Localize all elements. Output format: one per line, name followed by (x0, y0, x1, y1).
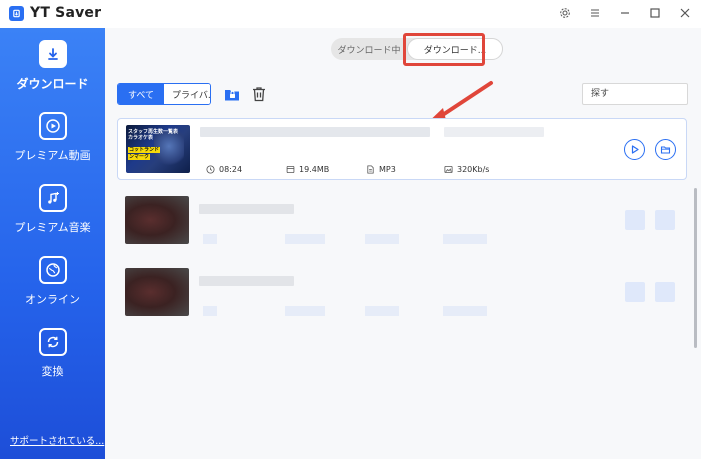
open-folder-button[interactable] (655, 210, 675, 230)
play-button[interactable] (625, 210, 645, 230)
app-title: YT Saver (30, 5, 102, 21)
play-icon (631, 145, 639, 154)
download-icon (38, 40, 67, 68)
clock-icon (206, 165, 215, 174)
storage-icon (286, 165, 295, 174)
image-quality-icon (444, 165, 453, 174)
main-panel: ダウンロード中 ダウンロード... すべて プライバ... スタッフ再生数一覧表… (105, 28, 701, 459)
list-item[interactable] (117, 262, 687, 324)
sidebar-item-label: オンライン (25, 293, 80, 306)
window-controls (557, 5, 693, 21)
video-thumbnail: スタッフ再生数一覧表 カラオケ表 コットランド ンマーク (126, 125, 190, 173)
filter-all-button[interactable]: すべて (118, 84, 164, 104)
list-item[interactable] (117, 190, 687, 252)
play-button[interactable] (625, 282, 645, 302)
video-thumbnail (125, 196, 189, 244)
sidebar: ダウンロード プレミアム動画 プレミアム音楽 オンライン 変換 サポートされてい… (0, 28, 105, 459)
list-item[interactable]: スタッフ再生数一覧表 カラオケ表 コットランド ンマーク 08:24 19.4M… (117, 118, 687, 180)
app-logo-icon (9, 6, 24, 21)
duration-value: 08:24 (219, 165, 243, 174)
maximize-icon[interactable] (647, 5, 663, 21)
blurred-meta (443, 234, 487, 244)
globe-icon (38, 256, 67, 284)
blurred-title (444, 127, 544, 137)
thumbnail-caption: カラオケ表 (128, 135, 154, 141)
thumbnail-tag: コットランド (128, 147, 161, 153)
search-input[interactable] (582, 83, 688, 105)
play-button[interactable] (624, 139, 645, 160)
open-folder-button[interactable] (655, 282, 675, 302)
supported-sites-link[interactable]: サポートされている... (10, 433, 104, 447)
sidebar-item-premium-video[interactable]: プレミアム動画 (0, 100, 105, 170)
format-meta: MP3 (366, 165, 396, 174)
minimize-icon[interactable] (617, 5, 633, 21)
tab-downloading[interactable]: ダウンロード中 (331, 38, 407, 60)
blurred-meta (365, 234, 399, 244)
size-value: 19.4MB (299, 165, 330, 174)
lock-icon[interactable] (221, 83, 243, 105)
blurred-title (200, 127, 430, 137)
trash-icon[interactable] (248, 83, 270, 105)
format-value: MP3 (379, 165, 396, 174)
filter-toggle: すべて プライバ... (117, 83, 211, 105)
blurred-meta (285, 306, 325, 316)
music-note-icon (38, 184, 67, 212)
download-status-toggle: ダウンロード中 ダウンロード... (331, 38, 503, 60)
menu-icon[interactable] (587, 5, 603, 21)
blurred-meta (443, 306, 487, 316)
video-thumbnail (125, 268, 189, 316)
sidebar-item-label: プレミアム動画 (14, 149, 91, 162)
sidebar-item-label: プレミアム音楽 (14, 221, 91, 234)
sidebar-item-premium-music[interactable]: プレミアム音楽 (0, 172, 105, 242)
sidebar-item-online[interactable]: オンライン (0, 244, 105, 314)
size-meta: 19.4MB (286, 165, 329, 174)
close-icon[interactable] (677, 5, 693, 21)
list-scrollbar[interactable] (694, 188, 697, 348)
file-icon (367, 165, 374, 174)
settings-gear-icon[interactable] (557, 5, 573, 21)
convert-icon (38, 328, 67, 356)
sidebar-item-label: ダウンロード (16, 77, 89, 91)
blurred-title (199, 276, 294, 286)
blurred-title (199, 204, 294, 214)
bitrate-meta: 320Kb/s (444, 165, 489, 174)
blurred-meta (285, 234, 325, 244)
blurred-meta (365, 306, 399, 316)
play-square-icon (38, 112, 67, 140)
title-bar: YT Saver (0, 0, 701, 28)
sidebar-item-convert[interactable]: 変換 (0, 316, 105, 386)
blurred-meta (203, 234, 217, 244)
blurred-meta (203, 306, 217, 316)
folder-icon (660, 146, 671, 154)
sidebar-item-label: 変換 (41, 365, 64, 378)
thumbnail-tag: ンマーク (128, 154, 151, 160)
open-folder-button[interactable] (655, 139, 676, 160)
bitrate-value: 320Kb/s (457, 165, 490, 174)
filter-private-button[interactable]: プライバ... (164, 84, 210, 104)
duration-meta: 08:24 (206, 165, 242, 174)
sidebar-item-download[interactable]: ダウンロード (0, 28, 105, 98)
tab-downloaded[interactable]: ダウンロード... (407, 38, 503, 60)
